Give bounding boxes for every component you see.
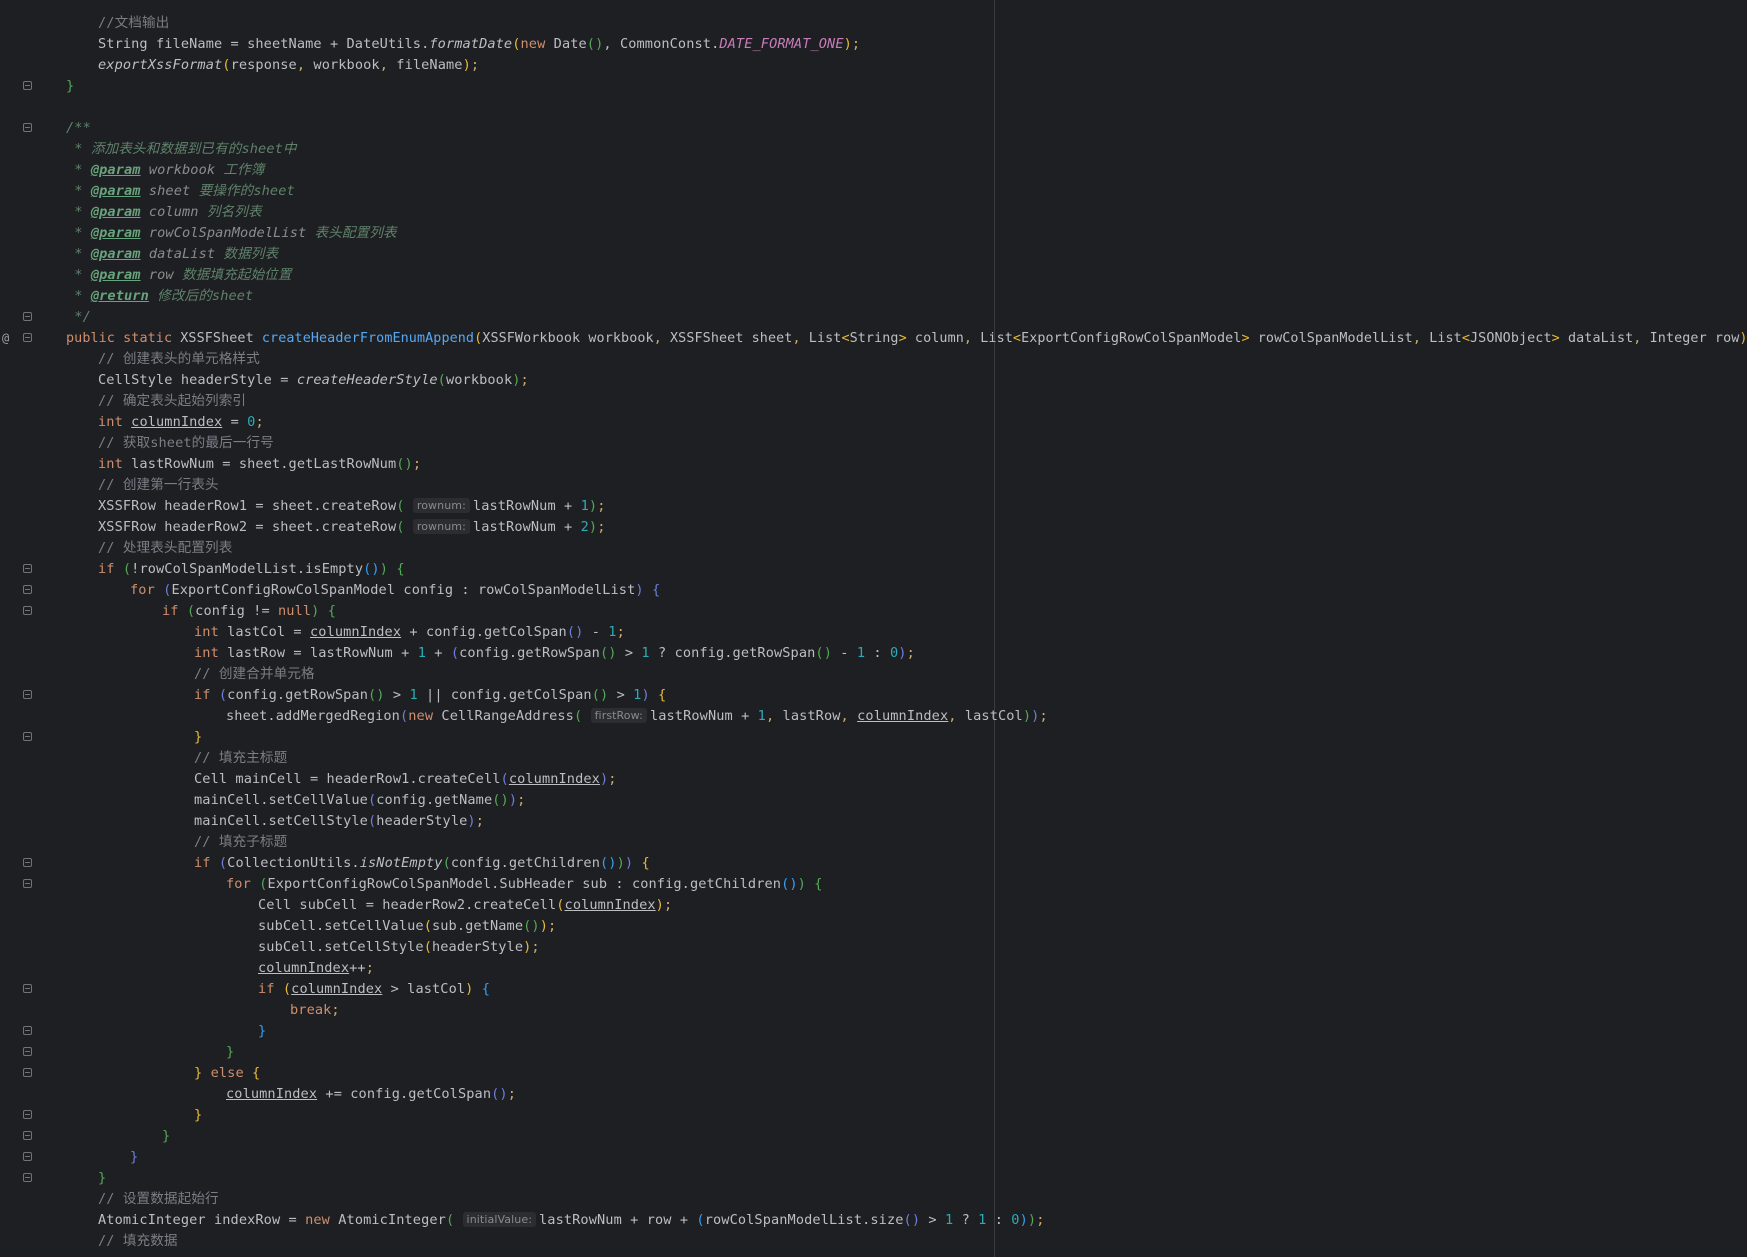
fold-icon[interactable] bbox=[23, 81, 32, 90]
code-line[interactable]: if (config.getRowSpan() > 1 || config.ge… bbox=[0, 685, 1747, 706]
fold-icon[interactable] bbox=[23, 1026, 32, 1035]
code-line[interactable]: * @param row 数据填充起始位置 bbox=[0, 265, 1747, 286]
inlay-hint: firstRow: bbox=[590, 708, 647, 723]
inlay-hint: rownum: bbox=[412, 498, 470, 513]
code-line[interactable]: // 获取sheet的最后一行号 bbox=[0, 433, 1747, 454]
code-line[interactable]: for (ExportConfigRowColSpanModel.SubHead… bbox=[0, 874, 1747, 895]
code-line[interactable]: Cell subCell = headerRow2.createCell(col… bbox=[0, 895, 1747, 916]
code-line[interactable]: sheet.addMergedRegion(new CellRangeAddre… bbox=[0, 706, 1747, 727]
code-editor[interactable]: //文档输出 String fileName = sheetName + Dat… bbox=[0, 0, 1747, 1257]
inlay-hint: initialValue: bbox=[462, 1212, 537, 1227]
code-line[interactable]: } else { bbox=[0, 1063, 1747, 1084]
fold-icon[interactable] bbox=[23, 333, 32, 342]
code-line[interactable]: //文档输出 bbox=[0, 13, 1747, 34]
code-line[interactable]: } bbox=[0, 1126, 1747, 1147]
code-line[interactable]: /** bbox=[0, 118, 1747, 139]
code-line[interactable]: } bbox=[0, 1042, 1747, 1063]
fold-icon[interactable] bbox=[23, 1110, 32, 1119]
code-line[interactable]: * @param column 列名列表 bbox=[0, 202, 1747, 223]
code-line[interactable]: exportXssFormat(response, workbook, file… bbox=[0, 55, 1747, 76]
code-line[interactable]: // 处理表头配置列表 bbox=[0, 538, 1747, 559]
code-line[interactable]: * @param dataList 数据列表 bbox=[0, 244, 1747, 265]
code-line[interactable]: Cell mainCell = headerRow1.createCell(co… bbox=[0, 769, 1747, 790]
fold-icon[interactable] bbox=[23, 1068, 32, 1077]
code-line[interactable]: * @param rowColSpanModelList 表头配置列表 bbox=[0, 223, 1747, 244]
code-line[interactable]: int lastRow = lastRowNum + 1 + (config.g… bbox=[0, 643, 1747, 664]
fold-icon[interactable] bbox=[23, 1131, 32, 1140]
code-line[interactable]: } bbox=[0, 1105, 1747, 1126]
code-line[interactable]: AtomicInteger indexRow = new AtomicInteg… bbox=[0, 1210, 1747, 1231]
code-line[interactable]: if (CollectionUtils.isNotEmpty(config.ge… bbox=[0, 853, 1747, 874]
code-line[interactable]: columnIndex += config.getColSpan(); bbox=[0, 1084, 1747, 1105]
code-line[interactable]: // 创建第一行表头 bbox=[0, 475, 1747, 496]
code-line[interactable]: * @return 修改后的sheet bbox=[0, 286, 1747, 307]
code-area[interactable]: //文档输出 String fileName = sheetName + Dat… bbox=[0, 0, 1747, 1257]
code-line[interactable]: // 设置数据起始行 bbox=[0, 1189, 1747, 1210]
code-line[interactable]: int lastCol = columnIndex + config.getCo… bbox=[0, 622, 1747, 643]
code-line[interactable]: mainCell.setCellValue(config.getName()); bbox=[0, 790, 1747, 811]
code-line[interactable]: XSSFRow headerRow2 = sheet.createRow( ro… bbox=[0, 517, 1747, 538]
fold-icon[interactable] bbox=[23, 690, 32, 699]
fold-icon[interactable] bbox=[23, 123, 32, 132]
code-line[interactable]: } bbox=[0, 1147, 1747, 1168]
code-line[interactable]: */ bbox=[0, 307, 1747, 328]
line-comment: //文档输出 bbox=[98, 15, 170, 31]
code-line[interactable]: * @param workbook 工作簿 bbox=[0, 160, 1747, 181]
code-line[interactable]: // 填充主标题 bbox=[0, 748, 1747, 769]
fold-icon[interactable] bbox=[23, 1173, 32, 1182]
code-line[interactable]: * 添加表头和数据到已有的sheet中 bbox=[0, 139, 1747, 160]
fold-icon[interactable] bbox=[23, 858, 32, 867]
override-marker-icon[interactable]: @ bbox=[2, 328, 9, 349]
fold-icon[interactable] bbox=[23, 564, 32, 573]
code-line[interactable]: } bbox=[0, 727, 1747, 748]
code-line[interactable]: // 确定表头起始列索引 bbox=[0, 391, 1747, 412]
fold-icon[interactable] bbox=[23, 1152, 32, 1161]
code-line[interactable]: mainCell.setCellStyle(headerStyle); bbox=[0, 811, 1747, 832]
code-line[interactable]: int lastRowNum = sheet.getLastRowNum(); bbox=[0, 454, 1747, 475]
code-line[interactable]: XSSFRow headerRow1 = sheet.createRow( ro… bbox=[0, 496, 1747, 517]
code-line[interactable]: } bbox=[0, 1021, 1747, 1042]
code-line[interactable]: columnIndex++; bbox=[0, 958, 1747, 979]
code-line[interactable]: // 创建合并单元格 bbox=[0, 664, 1747, 685]
fold-icon[interactable] bbox=[23, 606, 32, 615]
code-line[interactable]: CellStyle headerStyle = createHeaderStyl… bbox=[0, 370, 1747, 391]
code-line[interactable]: subCell.setCellStyle(headerStyle); bbox=[0, 937, 1747, 958]
code-line[interactable]: // 填充子标题 bbox=[0, 832, 1747, 853]
code-line[interactable]: String fileName = sheetName + DateUtils.… bbox=[0, 34, 1747, 55]
fold-icon[interactable] bbox=[23, 1047, 32, 1056]
code-line[interactable]: if (!rowColSpanModelList.isEmpty()) { bbox=[0, 559, 1747, 580]
fold-icon[interactable] bbox=[23, 732, 32, 741]
code-line[interactable]: subCell.setCellValue(sub.getName()); bbox=[0, 916, 1747, 937]
code-line[interactable]: * @param sheet 要操作的sheet bbox=[0, 181, 1747, 202]
code-line[interactable]: break; bbox=[0, 1000, 1747, 1021]
code-line[interactable]: if (columnIndex > lastCol) { bbox=[0, 979, 1747, 1000]
code-line[interactable]: @ public static XSSFSheet createHeaderFr… bbox=[0, 328, 1747, 349]
code-line[interactable]: if (config != null) { bbox=[0, 601, 1747, 622]
code-line[interactable]: } bbox=[0, 76, 1747, 97]
code-line[interactable]: for (ExportConfigRowColSpanModel config … bbox=[0, 580, 1747, 601]
code-line[interactable]: } bbox=[0, 1168, 1747, 1189]
fold-icon[interactable] bbox=[23, 984, 32, 993]
fold-icon[interactable] bbox=[23, 312, 32, 321]
code-line[interactable]: // 创建表头的单元格样式 bbox=[0, 349, 1747, 370]
fold-icon[interactable] bbox=[23, 585, 32, 594]
fold-icon[interactable] bbox=[23, 879, 32, 888]
code-line[interactable]: // 填充数据 bbox=[0, 1231, 1747, 1252]
code-line[interactable]: int columnIndex = 0; bbox=[0, 412, 1747, 433]
inlay-hint: rownum: bbox=[412, 519, 470, 534]
